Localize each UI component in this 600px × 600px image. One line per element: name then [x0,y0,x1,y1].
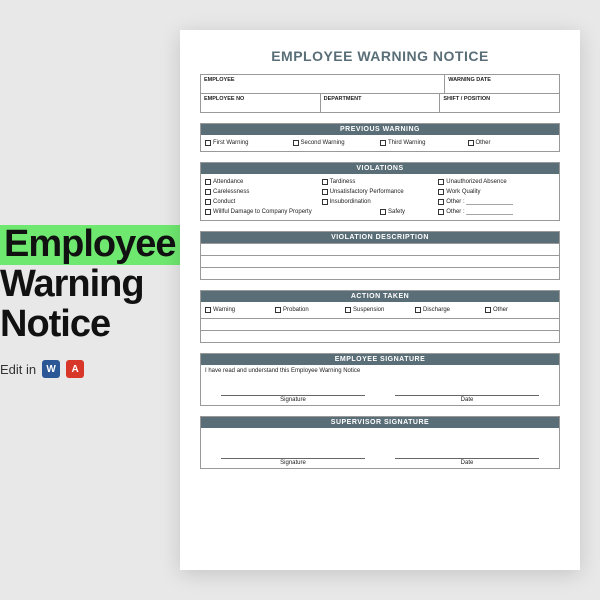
violations-options: Attendance Tardiness Unauthorized Absenc… [201,174,559,220]
field-employee-no[interactable]: EMPLOYEE NO [200,94,321,113]
section-violations: VIOLATIONS Attendance Tardiness Unauthor… [200,162,560,221]
doc-title: EMPLOYEE WARNING NOTICE [200,48,560,64]
checkbox-willful-damage[interactable]: Willful Damage to Company Property [205,207,380,217]
checkbox-unauthorized-absence[interactable]: Unauthorized Absence [438,177,555,187]
section-previous-warning: PREVIOUS WARNING First Warning Second Wa… [200,123,560,152]
supervisor-sig-row: Signature Date [201,456,559,468]
word-icon: W [42,360,60,378]
section-violation-description: VIOLATION DESCRIPTION [200,231,560,280]
action-lines[interactable] [201,318,559,342]
checkbox-conduct[interactable]: Conduct [205,197,322,207]
section-header: ACTION TAKEN [201,291,559,302]
checkbox-other-2[interactable]: Other : ______________ [438,207,555,217]
section-header: VIOLATIONS [201,163,559,174]
promo-line2: Warning [0,265,180,305]
header-row-2: EMPLOYEE NO DEPARTMENT SHIFT / POSITION [200,94,560,113]
field-shift-position[interactable]: SHIFT / POSITION [440,94,560,113]
section-header: EMPLOYEE SIGNATURE [201,354,559,365]
checkbox-insubordination[interactable]: Insubordination [322,197,439,207]
field-department[interactable]: DEPARTMENT [321,94,441,113]
section-action-taken: ACTION TAKEN Warning Probation Suspensio… [200,290,560,343]
checkbox-third-warning[interactable]: Third Warning [380,138,468,148]
checkbox-discharge[interactable]: Discharge [415,305,485,315]
checkbox-first-warning[interactable]: First Warning [205,138,293,148]
section-header: VIOLATION DESCRIPTION [201,232,559,243]
checkbox-unsatisfactory-performance[interactable]: Unsatisfactory Performance [322,187,439,197]
previous-warning-options: First Warning Second Warning Third Warni… [201,135,559,151]
action-taken-options: Warning Probation Suspension Discharge O… [201,302,559,318]
employee-signature-line[interactable]: Signature [221,395,365,403]
checkbox-suspension[interactable]: Suspension [345,305,415,315]
supervisor-date-line[interactable]: Date [395,458,539,466]
edit-in-label: Edit in [0,362,36,377]
section-header: SUPERVISOR SIGNATURE [201,417,559,428]
checkbox-other-1[interactable]: Other : ______________ [438,197,555,207]
promo-line1: Employee [0,225,180,265]
employee-date-line[interactable]: Date [395,395,539,403]
header-row-1: EMPLOYEE WARNING DATE [200,74,560,94]
checkbox-action-other[interactable]: Other [485,305,555,315]
checkbox-attendance[interactable]: Attendance [205,177,322,187]
employee-sig-row: Signature Date [201,393,559,405]
checkbox-second-warning[interactable]: Second Warning [293,138,381,148]
promo-line3: Notice [0,305,180,345]
field-employee[interactable]: EMPLOYEE [200,74,445,94]
field-warning-date[interactable]: WARNING DATE [445,74,560,94]
section-employee-signature: EMPLOYEE SIGNATURE I have read and under… [200,353,560,406]
promo-title: Employee Warning Notice [0,225,180,345]
checkbox-safety[interactable]: Safety [380,207,438,217]
checkbox-carelessness[interactable]: Carelessness [205,187,322,197]
section-supervisor-signature: SUPERVISOR SIGNATURE Signature Date [200,416,560,469]
checkbox-warning[interactable]: Warning [205,305,275,315]
description-lines[interactable] [201,243,559,279]
pdf-icon: A [66,360,84,378]
ack-text: I have read and understand this Employee… [201,365,559,377]
section-header: PREVIOUS WARNING [201,124,559,135]
edit-in-row: Edit in W A [0,360,84,378]
document-page: EMPLOYEE WARNING NOTICE EMPLOYEE WARNING… [180,30,580,570]
checkbox-work-quality[interactable]: Work Quality [438,187,555,197]
supervisor-signature-line[interactable]: Signature [221,458,365,466]
checkbox-probation[interactable]: Probation [275,305,345,315]
checkbox-other[interactable]: Other [468,138,556,148]
checkbox-tardiness[interactable]: Tardiness [322,177,439,187]
